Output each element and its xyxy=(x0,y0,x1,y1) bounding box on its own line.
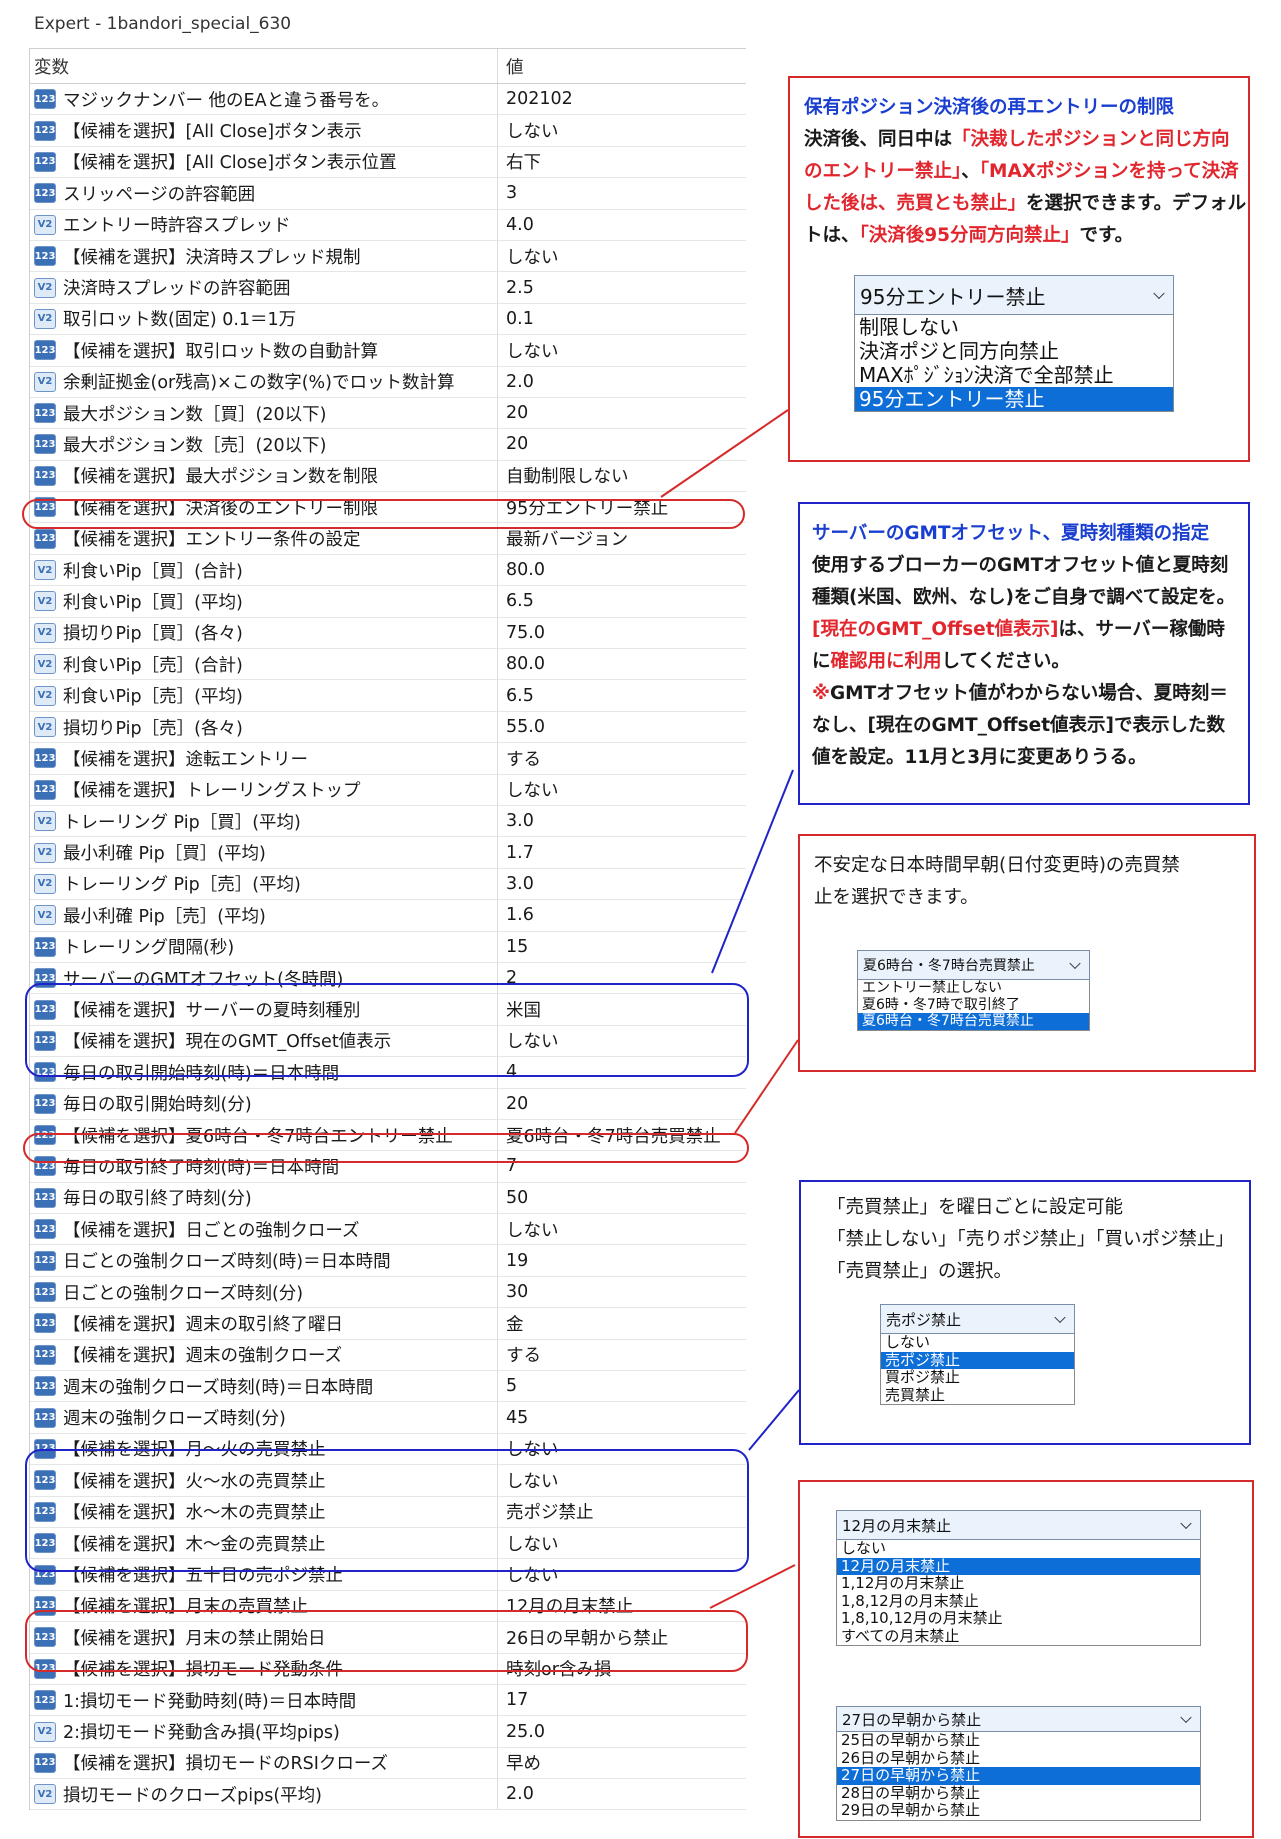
dropdown-month-end-restriction[interactable]: 12月の月末禁止 しない 12月の月末禁止 1,12月の月末禁止 1,8,12月の月末禁… xyxy=(836,1510,1201,1646)
annotation-emphasis: のエントリー禁止」 xyxy=(804,161,962,182)
dropdown-start-day[interactable]: 27日の早朝から禁止 25日の早朝から禁止 26日の早朝から禁止 27日の早朝から禁止… xyxy=(836,1706,1201,1821)
annotation-emphasis: 確認用に利用 xyxy=(830,651,942,672)
annotation-text: 決済後、同日中は xyxy=(804,129,953,150)
dropdown-option[interactable]: 買ポジ禁止 xyxy=(881,1368,1074,1387)
dropdown-option[interactable]: しない xyxy=(881,1334,1074,1352)
annotation-text: 種類(米国、欧州、なし)をご自身で調べて設定を。 xyxy=(812,587,1236,608)
dropdown-option[interactable]: 95分エントリー禁止 xyxy=(855,387,1173,411)
dropdown-option[interactable]: 制限しない xyxy=(855,315,1173,339)
dropdown-selected-value[interactable]: 売ポジ禁止 xyxy=(880,1304,1075,1334)
dropdown-selected-text: 95分エントリー禁止 xyxy=(860,284,1046,309)
chevron-down-icon[interactable] xyxy=(1180,1517,1192,1530)
dropdown-option[interactable]: 決済ポジと同方向禁止 xyxy=(855,339,1173,363)
dropdown-option[interactable]: 12月の月末禁止 xyxy=(837,1557,1200,1575)
chevron-down-icon[interactable] xyxy=(1180,1711,1192,1724)
dropdown-options-list: エントリー禁止しない 夏6時・冬7時で取引終了 夏6時台・冬7時台売買禁止 xyxy=(857,980,1090,1031)
dropdown-options-list: 25日の早朝から禁止 26日の早朝から禁止 27日の早朝から禁止 28日の早朝から禁止… xyxy=(836,1732,1201,1821)
dropdown-selected-value[interactable]: 95分エントリー禁止 xyxy=(854,275,1174,315)
note-mark: ※ xyxy=(812,683,830,704)
annotation-emphasis: した後は、売買とも禁止」 xyxy=(804,193,1027,214)
dropdown-weekday-restriction[interactable]: 売ポジ禁止 しない 売ポジ禁止 買ポジ禁止 売買禁止 xyxy=(880,1304,1075,1405)
chevron-down-icon[interactable] xyxy=(1153,287,1165,300)
annotation-text: を選択できます。デフォル xyxy=(1026,193,1247,214)
dropdown-options-list: しない 12月の月末禁止 1,12月の月末禁止 1,8,12月の月末禁止 1,8,10,… xyxy=(836,1540,1201,1646)
annotation-gmt-title: サーバーのGMTオフセット、夏時刻種類の指定 xyxy=(812,523,1210,544)
dropdown-option[interactable]: 29日の早朝から禁止 xyxy=(837,1801,1200,1820)
dropdown-selected-text: 夏6時台・冬7時台売買禁止 xyxy=(863,958,1035,974)
dropdown-option[interactable]: エントリー禁止しない xyxy=(858,980,1089,997)
dropdown-options-list: 制限しない 決済ポジと同方向禁止 MAXﾎﾟｼﾞｼｮﾝ決済で全部禁止 95分エントリー… xyxy=(854,315,1174,412)
dropdown-morning-restriction[interactable]: 夏6時台・冬7時台売買禁止 エントリー禁止しない 夏6時・冬7時で取引終了 夏6時台・… xyxy=(857,950,1090,1031)
annotation-text: 値を設定。11月と3月に変更ありうる。 xyxy=(812,747,1147,768)
dropdown-option[interactable]: 25日の早朝から禁止 xyxy=(837,1732,1200,1750)
annotation-emphasis: 「MAXポジションを持って決済 xyxy=(979,161,1239,182)
dropdown-option[interactable]: 1,12月の月末禁止 xyxy=(837,1574,1200,1593)
annotation-text: なし、[現在のGMT_Offset値表示]で表示した数 xyxy=(812,715,1225,736)
dropdown-option[interactable]: 売買禁止 xyxy=(881,1386,1074,1405)
dropdown-option[interactable]: 夏6時台・冬7時台売買禁止 xyxy=(858,1013,1089,1030)
dropdown-option[interactable]: 26日の早朝から禁止 xyxy=(837,1749,1200,1768)
chevron-down-icon[interactable] xyxy=(1054,1311,1066,1324)
annotation-text: トは、 xyxy=(804,225,860,246)
dropdown-option[interactable]: MAXﾎﾟｼﾞｼｮﾝ決済で全部禁止 xyxy=(855,363,1173,387)
dropdown-reentry-restriction[interactable]: 95分エントリー禁止 制限しない 決済ポジと同方向禁止 MAXﾎﾟｼﾞｼｮﾝ決済で全部… xyxy=(854,275,1174,412)
dropdown-option[interactable]: 売ポジ禁止 xyxy=(881,1351,1074,1369)
annotation-text: 、 xyxy=(961,161,980,182)
annotation-emphasis: 「決済後95分両方向禁止」 xyxy=(859,225,1080,246)
dropdown-options-list: しない 売ポジ禁止 買ポジ禁止 売買禁止 xyxy=(880,1334,1075,1405)
dropdown-selected-value[interactable]: 夏6時台・冬7時台売買禁止 xyxy=(857,950,1090,980)
dropdown-option[interactable]: しない xyxy=(837,1540,1200,1558)
annotation-text: 不安定な日本時間早朝(日付変更時)の売買禁 xyxy=(814,855,1180,876)
dropdown-option[interactable]: すべての月末禁止 xyxy=(837,1627,1200,1646)
annotation-text: GMTオフセット値がわからない場合、夏時刻＝ xyxy=(830,683,1228,704)
dropdown-option[interactable]: 1,8,12月の月末禁止 xyxy=(837,1592,1200,1611)
dropdown-option[interactable]: 夏6時・冬7時で取引終了 xyxy=(858,997,1089,1014)
annotation-text: に xyxy=(812,651,831,672)
annotation-emphasis: [現在のGMT_Offset値表示] xyxy=(812,619,1059,640)
annotation-text: 「売買禁止」を曜日ごとに設定可能 xyxy=(827,1197,1124,1218)
dropdown-option[interactable]: 1,8,10,12月の月末禁止 xyxy=(837,1609,1200,1628)
dropdown-selected-text: 12月の月末禁止 xyxy=(842,1516,952,1535)
annotation-text: です。 xyxy=(1079,225,1134,246)
annotation-text: 「禁止しない」「売りポジ禁止」「買いポジ禁止」 xyxy=(827,1229,1235,1250)
annotation-text: 止を選択できます。 xyxy=(814,887,979,908)
dropdown-selected-text: 27日の早朝から禁止 xyxy=(842,1710,982,1729)
dropdown-selected-text: 売ポジ禁止 xyxy=(886,1310,962,1329)
annotation-text: は、サーバー稼働時 xyxy=(1058,619,1225,640)
annotation-reentry-title: 保有ポジション決済後の再エントリーの制限 xyxy=(804,97,1175,118)
chevron-down-icon[interactable] xyxy=(1069,957,1081,970)
dropdown-selected-value[interactable]: 27日の早朝から禁止 xyxy=(836,1706,1201,1732)
annotation-text: 使用するブローカーのGMTオフセット値と夏時刻 xyxy=(812,555,1229,576)
annotation-text: 「売買禁止」の選択。 xyxy=(827,1261,1013,1282)
annotation-emphasis: 「決裁したポジションと同じ方向 xyxy=(952,129,1230,150)
dropdown-option[interactable]: 28日の早朝から禁止 xyxy=(837,1784,1200,1803)
annotation-gmt: サーバーのGMTオフセット、夏時刻種類の指定 使用するブローカーのGMTオフセッ… xyxy=(798,502,1250,805)
dropdown-option[interactable]: 27日の早朝から禁止 xyxy=(837,1766,1200,1785)
dropdown-selected-value[interactable]: 12月の月末禁止 xyxy=(836,1510,1201,1540)
annotation-text: してください。 xyxy=(941,651,1070,672)
